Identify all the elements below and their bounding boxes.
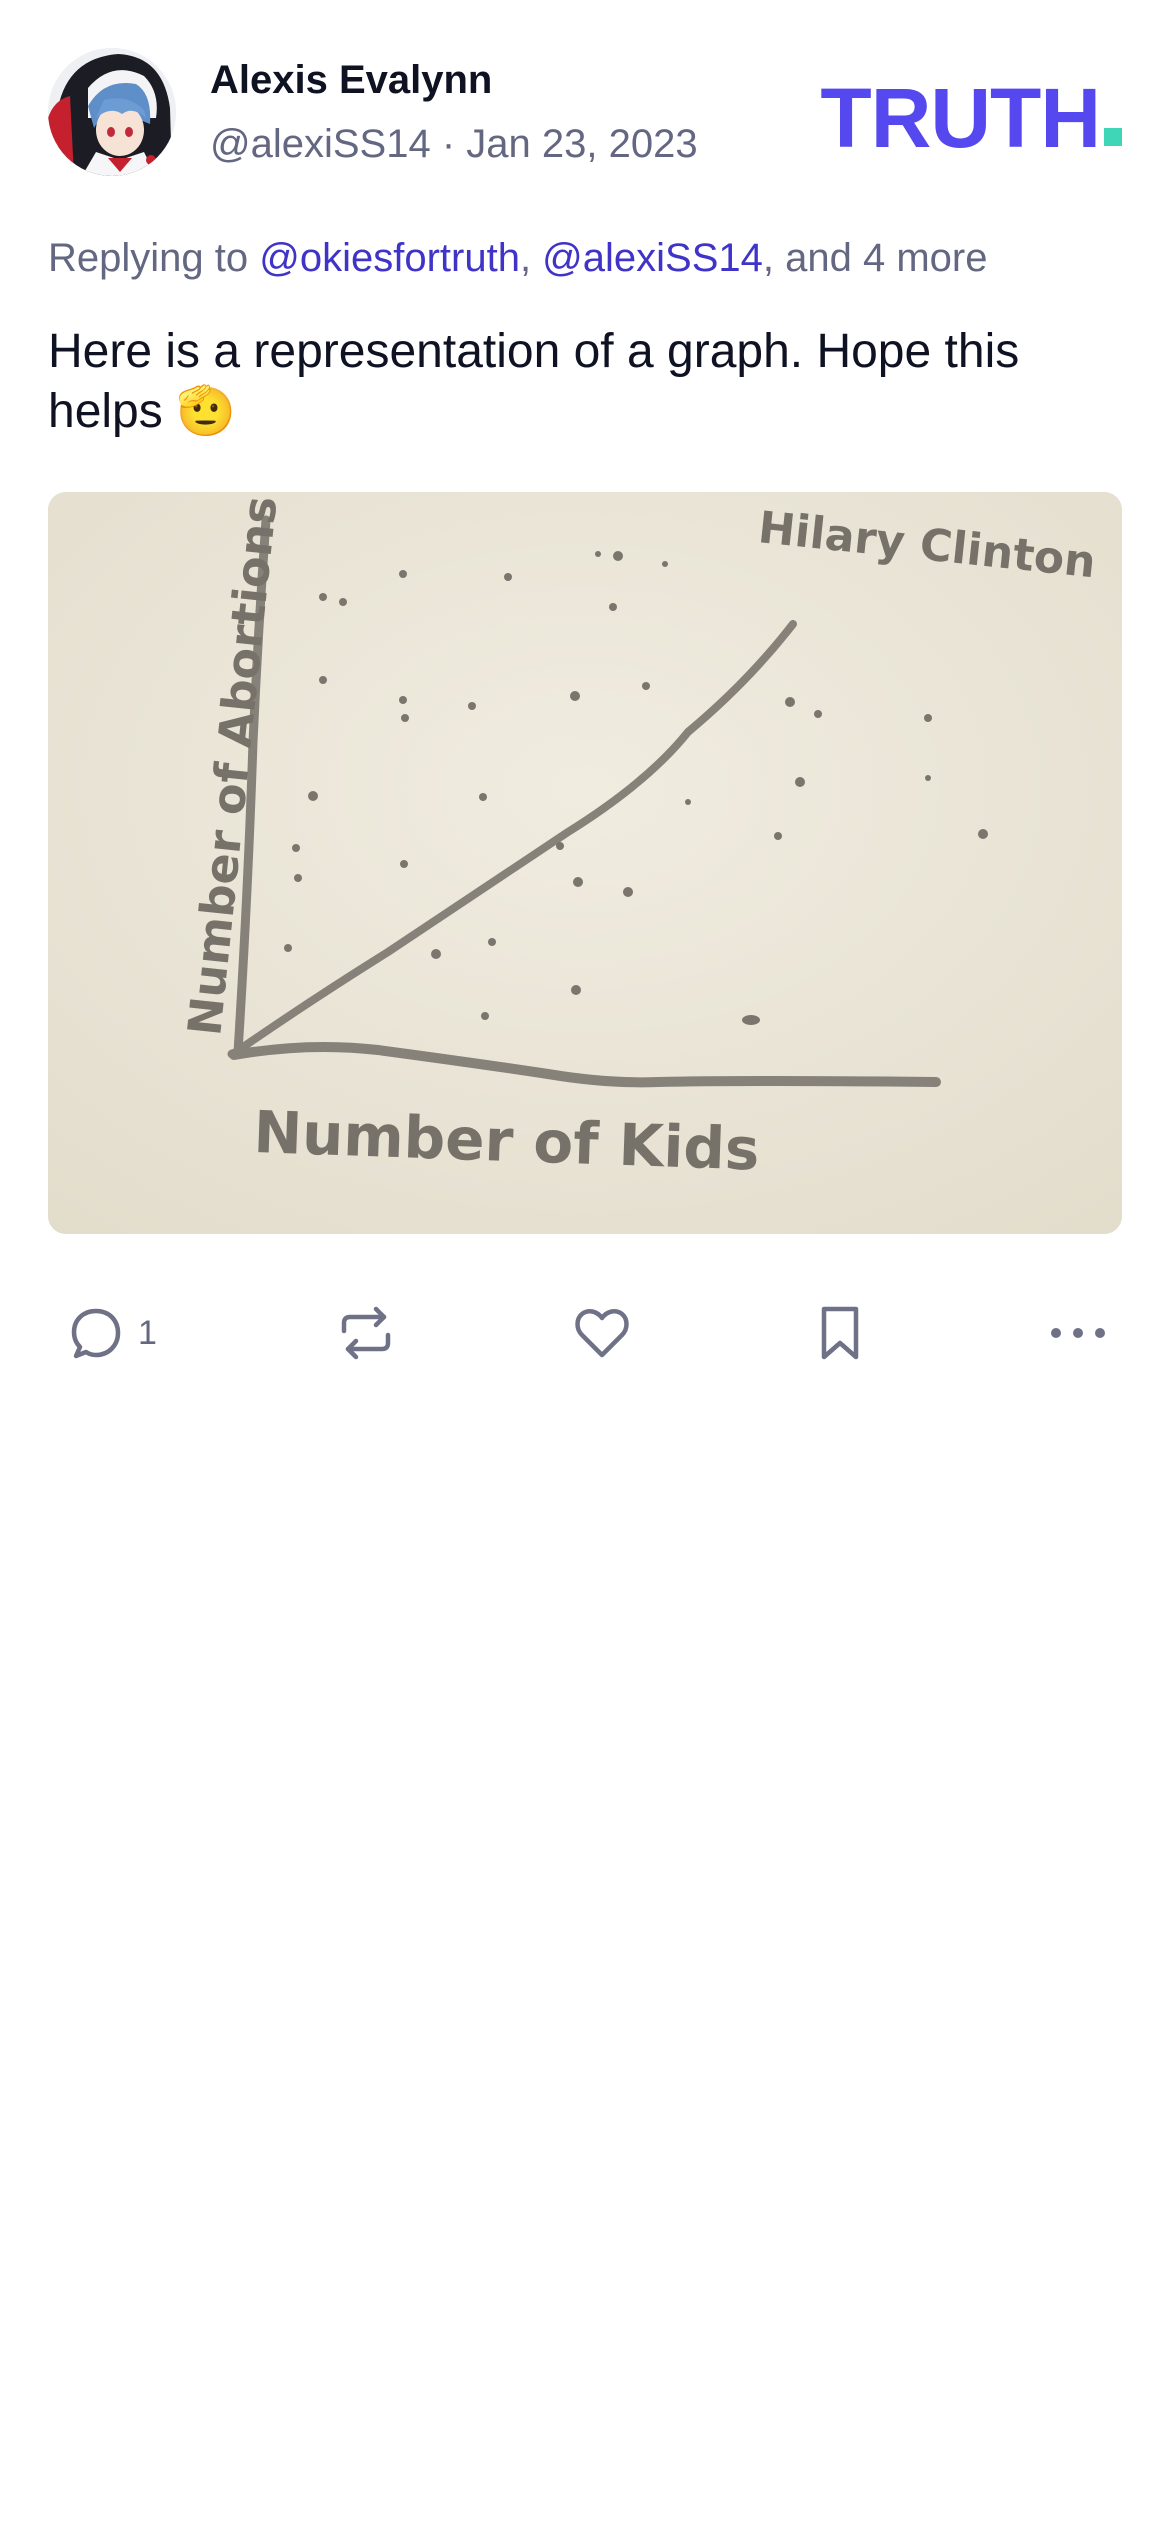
author-block: Alexis Evalynn @alexiSS14 · Jan 23, 2023	[210, 48, 698, 176]
replying-suffix[interactable]: , and 4 more	[763, 236, 988, 280]
author-meta: @alexiSS14 · Jan 23, 2023	[210, 112, 698, 176]
replying-prefix: Replying to	[48, 236, 260, 280]
hand-drawn-graph: Number of Abortions Number of Kids Hilar…	[48, 492, 1122, 1234]
avatar[interactable]	[48, 48, 176, 176]
more-button[interactable]	[1048, 1288, 1108, 1378]
repost-button[interactable]	[336, 1288, 396, 1378]
reply-button[interactable]: 1	[68, 1288, 157, 1378]
brand-dot	[1104, 128, 1122, 146]
bookmark-button[interactable]	[816, 1288, 864, 1378]
post-text: Here is a representation of a graph. Hop…	[48, 325, 1020, 438]
mention-comma: ,	[519, 236, 543, 280]
mention-alexiss14[interactable]: @alexiSS14	[542, 236, 763, 280]
replying-to: Replying to @okiesfortruth, @alexiSS14, …	[48, 230, 987, 286]
reply-icon	[71, 1308, 121, 1359]
bookmark-icon	[821, 1306, 859, 1360]
repost-icon	[341, 1306, 391, 1360]
heart-icon	[575, 1308, 629, 1358]
more-icon	[1051, 1328, 1105, 1338]
action-bar: 1	[48, 1288, 1122, 1378]
post-image[interactable]: Number of Abortions Number of Kids Hilar…	[48, 492, 1122, 1234]
avatar-image	[48, 48, 176, 176]
mention-okiesfortruth[interactable]: @okiesfortruth	[259, 236, 520, 280]
truth-logo[interactable]: TRUTH	[820, 71, 1122, 165]
post-header: Alexis Evalynn @alexiSS14 · Jan 23, 2023…	[48, 48, 1122, 178]
brand-wordmark: TRUTH	[820, 71, 1101, 165]
post-date[interactable]: Jan 23, 2023	[466, 122, 697, 166]
like-button[interactable]	[572, 1288, 632, 1378]
author-handle[interactable]: @alexiSS14	[210, 122, 431, 166]
reply-count: 1	[138, 1313, 157, 1352]
author-name[interactable]: Alexis Evalynn	[210, 48, 698, 112]
meta-separator: ·	[430, 122, 467, 166]
